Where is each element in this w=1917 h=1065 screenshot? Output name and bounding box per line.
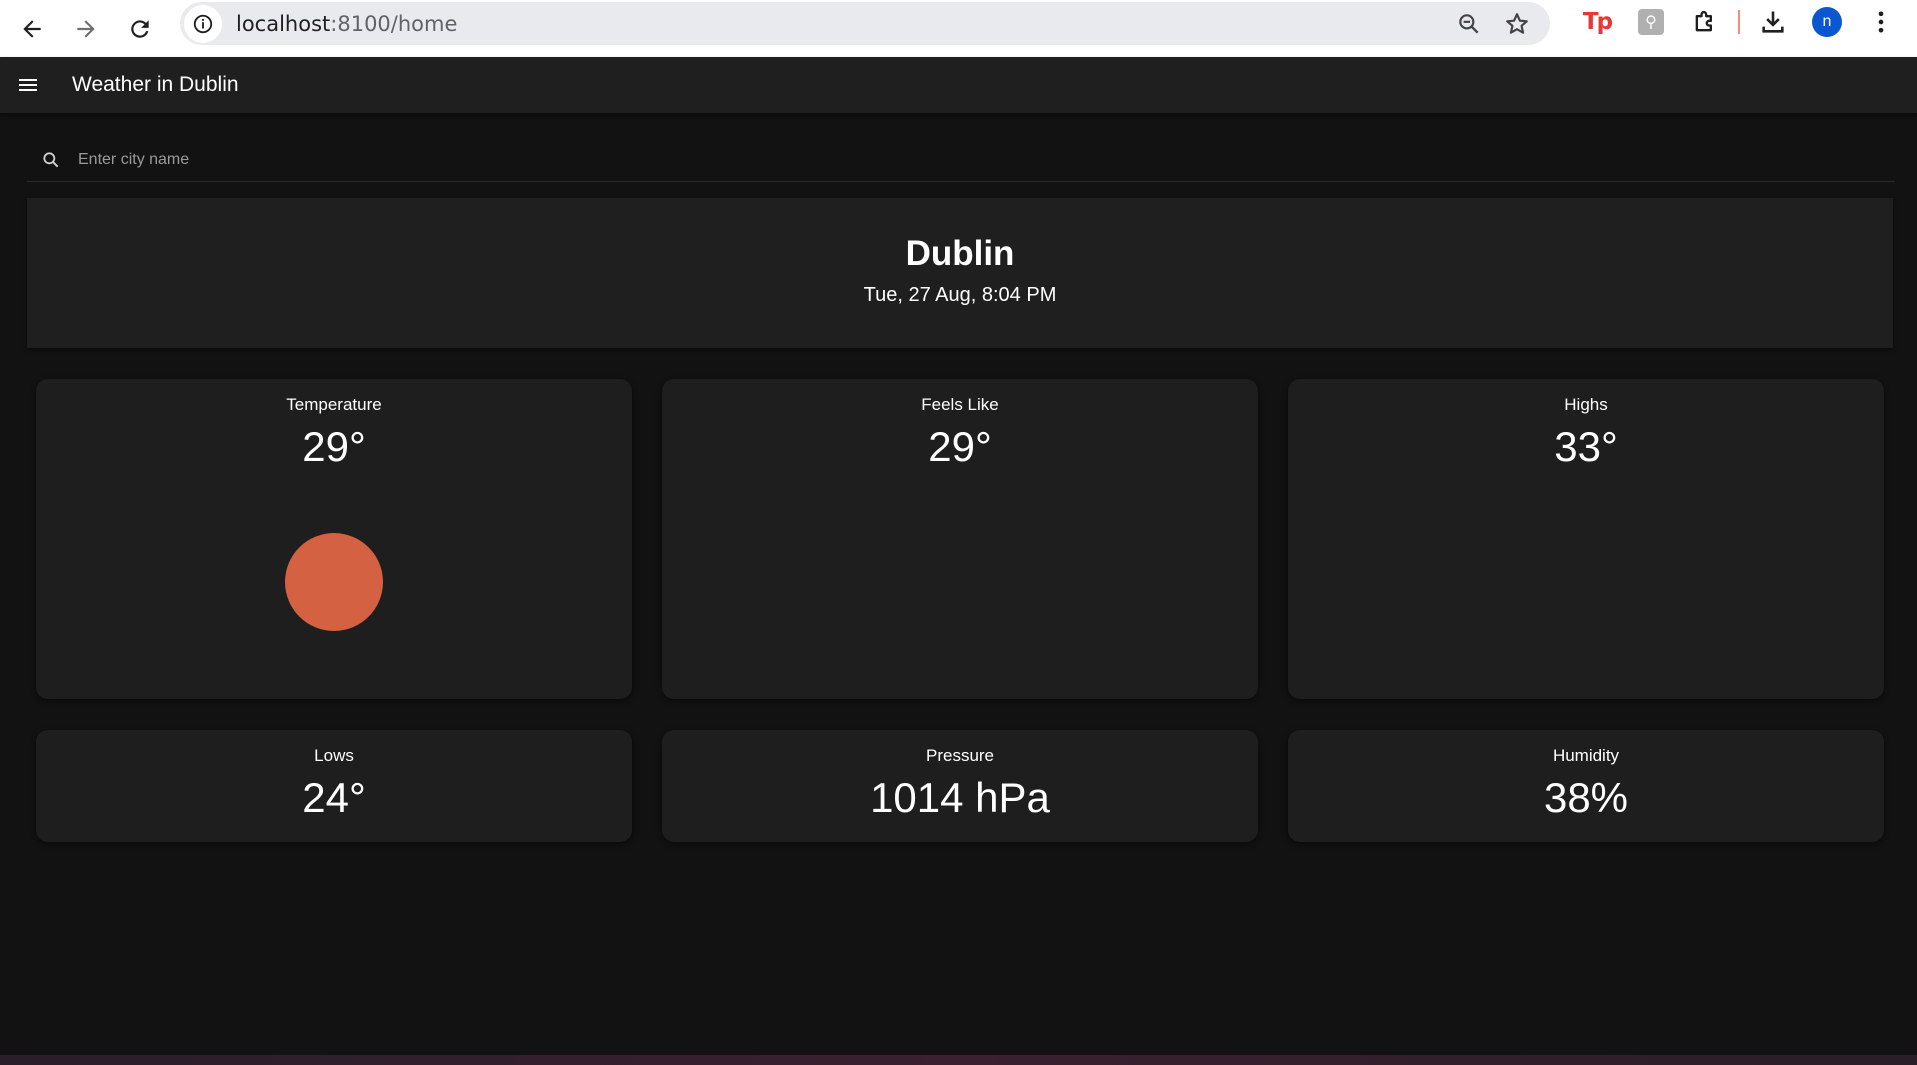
arrow-right-icon [77,19,95,38]
feels-like-label: Feels Like [921,395,999,414]
sun-icon [285,533,383,631]
lows-card: Lows 24° [36,730,632,842]
forward-button[interactable] [64,7,108,51]
tp-extension-icon: Tp [1582,9,1613,35]
browser-menu-button[interactable] [1854,0,1908,44]
zoom-icon[interactable] [1456,11,1482,37]
address-bar[interactable]: localhost:8100/home [180,2,1550,45]
puzzle-icon [1695,10,1712,32]
download-icon [1762,11,1784,33]
pressure-card: Pressure 1014 hPa [662,730,1258,842]
extension-icon: ⚲ [1638,9,1664,35]
location-card: Dublin Tue, 27 Aug, 8:04 PM [27,198,1893,348]
pressure-label: Pressure [925,746,995,765]
highs-label: Highs [1564,395,1608,414]
city-name: Dublin [905,234,1015,273]
humidity-card: Humidity 38% [1288,730,1884,842]
url-path: :8100/home [330,11,458,36]
site-info-button[interactable] [184,4,222,43]
highs-value: 33° [1554,423,1618,470]
search-icon [43,151,59,167]
temperature-label: Temperature [286,395,382,414]
pressure-value: 1014 hPa [870,774,1050,821]
page-title: Weather in Dublin [72,73,239,96]
humidity-value: 38% [1543,774,1629,821]
search-input[interactable] [78,150,1778,169]
extension-gray-button[interactable]: ⚲ [1624,0,1678,44]
reload-button[interactable] [118,7,162,51]
extension-tp-button[interactable]: Tp [1570,0,1624,44]
city-searchbar[interactable] [27,138,1895,182]
taskbar-edge [0,1055,1917,1065]
menu-button[interactable] [8,65,48,105]
back-button[interactable] [10,7,54,51]
info-icon [193,14,213,33]
temperature-card: Temperature 29° [36,379,632,699]
url-text[interactable]: localhost:8100/home [236,12,457,36]
menu-icon [19,79,37,91]
feels-like-card: Feels Like 29° [662,379,1258,699]
lows-label: Lows [314,746,354,765]
lows-value: 24° [302,774,366,821]
app-header: Weather in Dublin [0,57,1917,114]
url-host: localhost [236,11,331,36]
feels-like-value: 29° [928,423,992,470]
star-icon[interactable] [1504,11,1530,37]
temperature-value: 29° [302,423,366,470]
more-vert-icon [1878,11,1884,33]
extensions-button[interactable] [1678,0,1732,44]
avatar: n [1812,7,1842,37]
downloads-button[interactable] [1746,0,1800,44]
profile-button[interactable]: n [1800,0,1854,44]
toolbar-divider [1738,10,1740,34]
city-datetime: Tue, 27 Aug, 8:04 PM [863,284,1057,306]
arrow-left-icon [23,19,41,38]
reload-icon [131,19,149,38]
highs-card: Highs 33° [1288,379,1884,699]
humidity-label: Humidity [1552,746,1620,765]
browser-toolbar: localhost:8100/home Tp ⚲ n [0,0,1917,57]
